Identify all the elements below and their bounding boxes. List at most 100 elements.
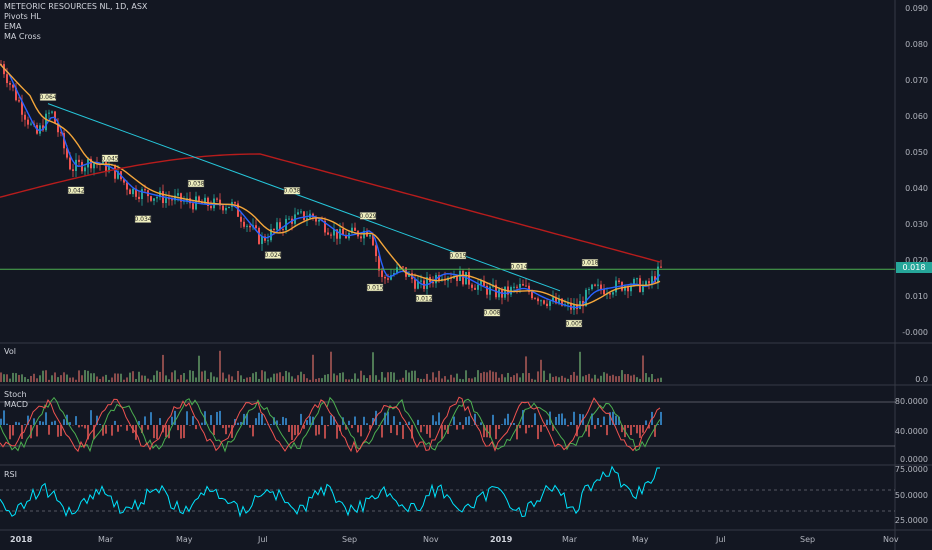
volume-bar (207, 378, 209, 382)
candle-body (267, 240, 269, 242)
volume-bar (135, 378, 137, 382)
volume-bar (459, 378, 461, 382)
candle-body (600, 284, 602, 290)
volume-bar (204, 370, 206, 382)
candle-body (387, 278, 389, 280)
macd-histogram-bar (99, 423, 101, 425)
indicator-ma-cross-label[interactable]: MA Cross (4, 32, 147, 42)
macd-histogram-bar (156, 425, 158, 440)
macd-histogram-bar (399, 421, 401, 425)
macd-histogram-bar (144, 416, 146, 425)
candle-body (153, 198, 155, 201)
volume-bar (153, 375, 155, 382)
volume-bar (510, 376, 512, 382)
rsi-label[interactable]: RSI (4, 470, 17, 480)
macd-histogram-bar (282, 416, 284, 425)
volume-bar (420, 378, 422, 382)
candle-body (255, 225, 257, 228)
volume-bar (399, 379, 401, 382)
macd-histogram-bar (408, 421, 410, 425)
candle-body (246, 225, 248, 227)
rsi-axis-tick: 50.0000 (894, 491, 928, 500)
macd-histogram-bar (390, 425, 392, 433)
volume-bar (447, 379, 449, 382)
chart-canvas[interactable]: 0.064 0.042 0.045 0.034 0.038 0.024 0.038 0.029… (0, 0, 932, 550)
macd-histogram-bar (321, 416, 323, 425)
volume-bar (9, 378, 11, 382)
macd-histogram-bar (513, 423, 515, 425)
macd-histogram-bar (573, 411, 575, 425)
volume-bar (237, 370, 239, 382)
macd-histogram-bar (420, 425, 422, 433)
volume-bar (93, 373, 95, 382)
macd-histogram-bar (465, 417, 467, 425)
candle-body (258, 227, 260, 244)
volume-bar (3, 374, 5, 382)
macd-histogram-bar (111, 425, 113, 436)
macd-histogram-bar (219, 410, 221, 425)
macd-histogram-bar (195, 425, 197, 430)
volume-bar (618, 376, 620, 382)
volume-bar (45, 370, 47, 382)
volume-bar (90, 373, 92, 382)
volume-bar (360, 370, 362, 382)
volume-bar (444, 376, 446, 382)
volume-bar (123, 379, 125, 382)
macd-histogram-bar (594, 425, 596, 429)
volume-bar (327, 374, 329, 382)
candle-body (165, 198, 167, 204)
candle-body (384, 276, 386, 279)
volume-bar (585, 375, 587, 382)
volume-bar (471, 378, 473, 382)
volume-bar (378, 379, 380, 382)
volume-bar (630, 375, 632, 382)
candle-body (177, 193, 179, 196)
volume-label[interactable]: Vol (4, 347, 16, 357)
volume-bar (225, 378, 227, 382)
volume-bar (546, 379, 548, 382)
time-tick: Mar (98, 535, 114, 544)
volume-bar (486, 372, 488, 382)
macd-histogram-bar (225, 425, 227, 435)
volume-bar (333, 373, 335, 382)
macd-histogram-bar (603, 416, 605, 425)
macd-histogram-bar (504, 418, 506, 425)
trendline (47, 103, 561, 292)
macd-histogram-bar (600, 425, 602, 428)
macd-histogram-bar (237, 422, 239, 425)
volume-bar (18, 374, 20, 382)
volume-bar (69, 377, 71, 382)
candle-body (456, 276, 458, 281)
volume-bar (543, 370, 545, 382)
macd-histogram-bar (75, 416, 77, 425)
volume-bar (306, 378, 308, 382)
candle-body (522, 283, 524, 286)
macd-histogram-bar (543, 425, 545, 427)
volume-bar (558, 377, 560, 382)
volume-bar (201, 371, 203, 382)
macd-label[interactable]: MACD (4, 400, 28, 410)
macd-histogram-bar (264, 423, 266, 425)
volume-bar (36, 378, 38, 382)
volume-bar (648, 377, 650, 382)
volume-bar (162, 354, 164, 382)
candle-body (327, 232, 329, 235)
indicator-ema-label[interactable]: EMA (4, 22, 147, 32)
candle-body (591, 284, 593, 290)
volume-bar (330, 351, 332, 382)
macd-histogram-bar (213, 425, 215, 436)
stoch-label[interactable]: Stoch (4, 390, 28, 400)
candle-body (288, 218, 290, 220)
volume-bar (294, 378, 296, 382)
macd-histogram-bar (525, 425, 527, 434)
volume-bar (84, 370, 86, 382)
candle-body (534, 298, 536, 300)
volume-bar (180, 374, 182, 382)
candle-body (474, 287, 476, 290)
rsi-line (0, 465, 660, 518)
candle-body (150, 196, 152, 201)
volume-bar (636, 377, 638, 382)
indicator-pivots-label[interactable]: Pivots HL (4, 12, 147, 22)
volume-bar (39, 375, 41, 382)
volume-bar (453, 377, 455, 382)
